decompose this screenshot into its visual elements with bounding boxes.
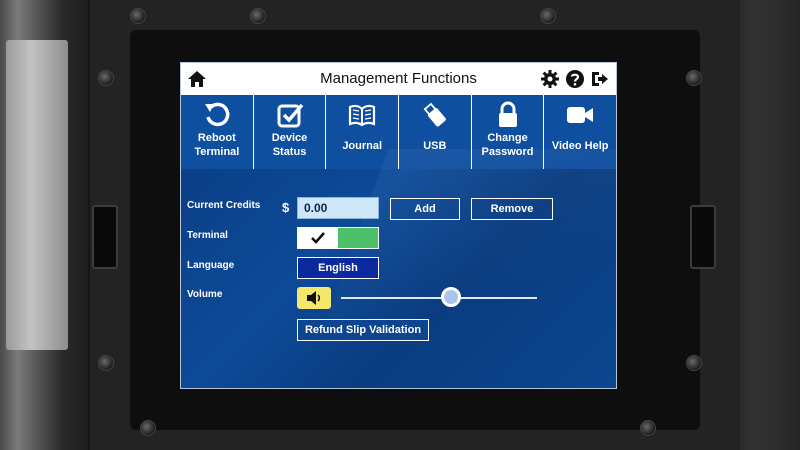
terminal-label: Terminal (187, 230, 228, 241)
book-icon (326, 100, 398, 130)
remove-credits-button[interactable]: Remove (471, 198, 553, 220)
checkmark-icon (298, 228, 338, 248)
device-status-button[interactable]: Device Status (254, 95, 327, 169)
device-status-label: Device Status (271, 132, 308, 158)
terminal-toggle[interactable] (297, 227, 379, 249)
screw (98, 355, 114, 371)
current-credits-label: Current Credits (187, 200, 261, 211)
left-rail-plate (6, 40, 68, 350)
add-credits-button[interactable]: Add (390, 198, 460, 220)
lock-icon (472, 100, 544, 130)
gear-icon[interactable] (540, 69, 560, 89)
toggle-on-indicator (338, 228, 378, 248)
reboot-terminal-label: Reboot Terminal (194, 132, 240, 158)
volume-mute-button[interactable] (297, 287, 331, 309)
refund-slip-validation-button[interactable]: Refund Slip Validation (297, 319, 429, 341)
screw (540, 8, 556, 24)
currency-symbol: $ (282, 200, 290, 215)
screw (250, 8, 266, 24)
screw (686, 355, 702, 371)
settings-panel: Current Credits $ 0.00 Add Remove Termin… (181, 149, 616, 388)
screw (140, 420, 156, 436)
management-screen: Management Functions Reboot Terminal Dev… (180, 62, 617, 389)
left-rail (0, 0, 88, 450)
logout-icon[interactable] (589, 69, 609, 89)
screw (686, 70, 702, 86)
screw (640, 420, 656, 436)
right-latch (690, 205, 716, 269)
current-credits-field[interactable]: 0.00 (297, 197, 379, 219)
video-camera-icon (544, 100, 616, 130)
journal-label: Journal (342, 140, 383, 152)
reboot-icon (181, 100, 253, 130)
volume-slider-track[interactable] (341, 297, 537, 299)
title-bar: Management Functions (181, 63, 616, 95)
language-label: Language (187, 260, 235, 271)
screw (98, 70, 114, 86)
volume-label: Volume (187, 289, 223, 300)
reboot-terminal-button[interactable]: Reboot Terminal (181, 95, 254, 169)
screw (130, 8, 146, 24)
speaker-icon (307, 291, 321, 305)
checkbox-icon (254, 100, 326, 130)
language-button[interactable]: English (297, 257, 379, 279)
usb-icon (399, 100, 471, 130)
volume-slider-knob[interactable] (440, 287, 461, 307)
help-icon[interactable] (565, 69, 585, 89)
left-latch (92, 205, 118, 269)
